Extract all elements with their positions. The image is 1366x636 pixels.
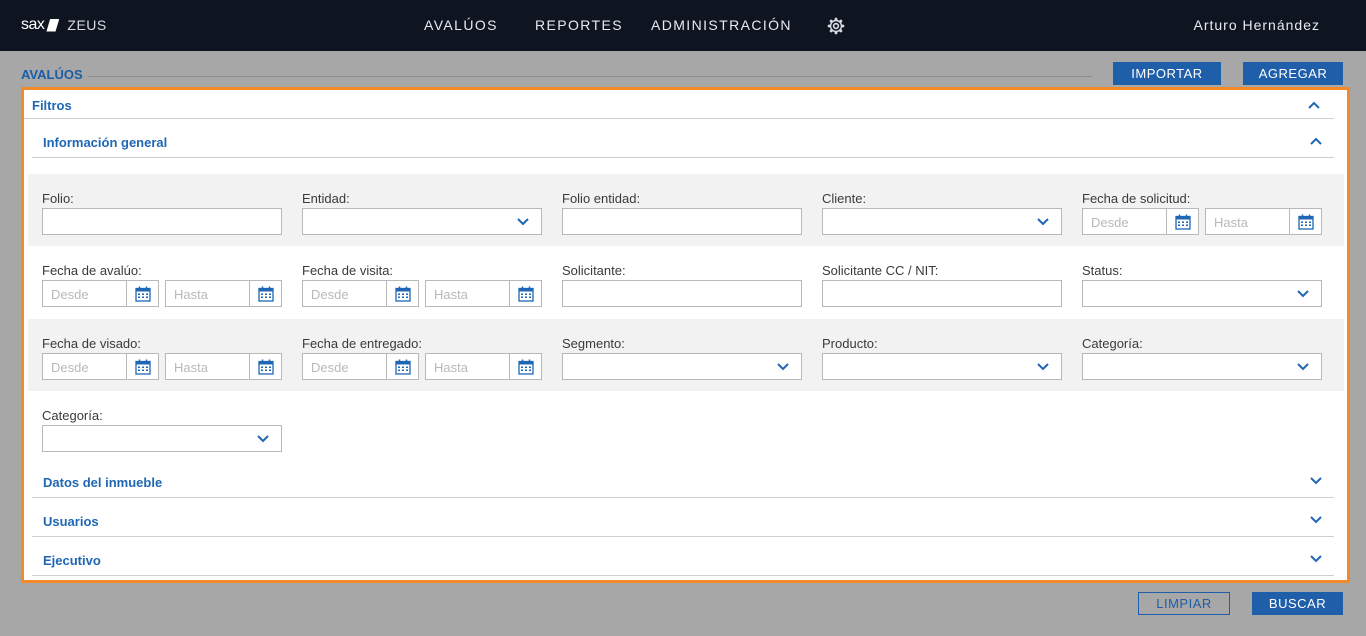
chevron-up-icon[interactable] bbox=[1308, 101, 1320, 109]
section-usuarios[interactable]: Usuarios bbox=[32, 507, 1334, 537]
filters-title: Filtros bbox=[32, 98, 72, 113]
clear-button[interactable]: LIMPIAR bbox=[1138, 592, 1230, 615]
chevron-down-icon[interactable] bbox=[1310, 477, 1322, 485]
fecha-entregado-hasta[interactable]: Hasta bbox=[425, 353, 542, 380]
producto-label: Producto: bbox=[822, 336, 878, 351]
chevron-down-icon bbox=[777, 363, 789, 371]
date-placeholder: Desde bbox=[51, 360, 89, 375]
categoria-select[interactable] bbox=[1082, 353, 1322, 380]
section-datos-inmueble-title: Datos del inmueble bbox=[43, 475, 163, 490]
fecha-solicitud-hasta[interactable]: Hasta bbox=[1205, 208, 1322, 235]
main-nav: AVALÚOS REPORTES ADMINISTRACIÓN bbox=[0, 17, 1366, 35]
filter-row-4: Categoría: bbox=[28, 391, 1344, 457]
cliente-label: Cliente: bbox=[822, 191, 867, 206]
fecha-entregado-label: Fecha de entregado: bbox=[302, 336, 422, 351]
solicitante-input[interactable] bbox=[562, 280, 802, 307]
categoria-label: Categoría: bbox=[1082, 336, 1143, 351]
entidad-label: Entidad: bbox=[302, 191, 350, 206]
categoria2-label: Categoría: bbox=[42, 408, 103, 423]
status-select[interactable] bbox=[1082, 280, 1322, 307]
calendar-icon[interactable] bbox=[258, 359, 274, 375]
date-placeholder: Hasta bbox=[434, 287, 468, 302]
page-title: AVALÚOS bbox=[21, 67, 83, 82]
entidad-select[interactable] bbox=[302, 208, 542, 235]
chevron-down-icon bbox=[517, 218, 529, 226]
solicitante-nit-input[interactable] bbox=[822, 280, 1062, 307]
segmento-select[interactable] bbox=[562, 353, 802, 380]
user-name[interactable]: Arturo Hernández bbox=[1193, 17, 1320, 33]
calendar-icon[interactable] bbox=[1298, 214, 1314, 230]
fecha-solicitud-label: Fecha de solicitud: bbox=[1082, 191, 1191, 206]
fecha-visado-hasta[interactable]: Hasta bbox=[165, 353, 282, 380]
calendar-icon[interactable] bbox=[395, 286, 411, 302]
calendar-icon[interactable] bbox=[1175, 214, 1191, 230]
filters-panel: Filtros Información general Folio: Entid… bbox=[21, 87, 1350, 583]
chevron-down-icon bbox=[1297, 290, 1309, 298]
filter-row-2: Fecha de avalúo: Desde Hasta Fecha de vi… bbox=[28, 246, 1344, 318]
fecha-avaluo-label: Fecha de avalúo: bbox=[42, 263, 142, 278]
date-placeholder: Hasta bbox=[174, 287, 208, 302]
section-ejecutivo[interactable]: Ejecutivo bbox=[32, 546, 1334, 576]
nav-item-administracion[interactable]: ADMINISTRACIÓN bbox=[651, 17, 792, 33]
date-placeholder: Desde bbox=[1091, 215, 1129, 230]
solicitante-nit-label: Solicitante CC / NIT: bbox=[822, 263, 939, 278]
section-datos-inmueble[interactable]: Datos del inmueble bbox=[32, 468, 1334, 498]
fecha-visita-hasta[interactable]: Hasta bbox=[425, 280, 542, 307]
calendar-icon[interactable] bbox=[518, 359, 534, 375]
chevron-down-icon[interactable] bbox=[1310, 555, 1322, 563]
date-placeholder: Hasta bbox=[1214, 215, 1248, 230]
fecha-visita-desde[interactable]: Desde bbox=[302, 280, 419, 307]
filter-row-3: Fecha de visado: Desde Hasta Fecha de en… bbox=[28, 319, 1344, 391]
fecha-avaluo-desde[interactable]: Desde bbox=[42, 280, 159, 307]
fecha-solicitud-desde[interactable]: Desde bbox=[1082, 208, 1199, 235]
folio-label: Folio: bbox=[42, 191, 74, 206]
fecha-visita-label: Fecha de visita: bbox=[302, 263, 394, 278]
segmento-label: Segmento: bbox=[562, 336, 625, 351]
cliente-select[interactable] bbox=[822, 208, 1062, 235]
date-placeholder: Desde bbox=[311, 360, 349, 375]
date-placeholder: Desde bbox=[311, 287, 349, 302]
chevron-down-icon bbox=[1297, 363, 1309, 371]
calendar-icon[interactable] bbox=[518, 286, 534, 302]
add-button[interactable]: AGREGAR bbox=[1243, 62, 1343, 85]
chevron-down-icon bbox=[1037, 218, 1049, 226]
chevron-down-icon bbox=[257, 435, 269, 443]
date-placeholder: Hasta bbox=[434, 360, 468, 375]
nav-item-reportes[interactable]: REPORTES bbox=[535, 17, 623, 33]
search-button[interactable]: BUSCAR bbox=[1252, 592, 1343, 615]
calendar-icon[interactable] bbox=[258, 286, 274, 302]
categoria2-select[interactable] bbox=[42, 425, 282, 452]
status-label: Status: bbox=[1082, 263, 1123, 278]
fecha-avaluo-hasta[interactable]: Hasta bbox=[165, 280, 282, 307]
top-navigation-bar: sax ZEUS AVALÚOS REPORTES ADMINISTRACIÓN… bbox=[0, 0, 1366, 51]
fecha-entregado-desde[interactable]: Desde bbox=[302, 353, 419, 380]
folio-input[interactable] bbox=[42, 208, 282, 235]
gear-icon[interactable] bbox=[825, 15, 847, 37]
solicitante-label: Solicitante: bbox=[562, 263, 626, 278]
section-ejecutivo-title: Ejecutivo bbox=[43, 553, 101, 568]
chevron-down-icon[interactable] bbox=[1310, 516, 1322, 524]
filter-row-1: Folio: Entidad: Folio entidad: Cliente: bbox=[28, 174, 1344, 246]
chevron-down-icon bbox=[1037, 363, 1049, 371]
folio-entidad-input[interactable] bbox=[562, 208, 802, 235]
import-button[interactable]: IMPORTAR bbox=[1113, 62, 1221, 85]
date-placeholder: Desde bbox=[51, 287, 89, 302]
fecha-visado-label: Fecha de visado: bbox=[42, 336, 142, 351]
section-general-info-title: Información general bbox=[43, 135, 168, 150]
calendar-icon[interactable] bbox=[135, 359, 151, 375]
date-placeholder: Hasta bbox=[174, 360, 208, 375]
filters-header[interactable]: Filtros bbox=[24, 90, 1334, 119]
folio-entidad-label: Folio entidad: bbox=[562, 191, 641, 206]
calendar-icon[interactable] bbox=[395, 359, 411, 375]
section-general-info[interactable]: Información general bbox=[32, 128, 1334, 158]
fecha-visado-desde[interactable]: Desde bbox=[42, 353, 159, 380]
nav-item-avaluos[interactable]: AVALÚOS bbox=[424, 17, 498, 33]
title-divider bbox=[88, 76, 1092, 77]
chevron-up-icon[interactable] bbox=[1310, 137, 1322, 145]
producto-select[interactable] bbox=[822, 353, 1062, 380]
calendar-icon[interactable] bbox=[135, 286, 151, 302]
section-usuarios-title: Usuarios bbox=[43, 514, 99, 529]
